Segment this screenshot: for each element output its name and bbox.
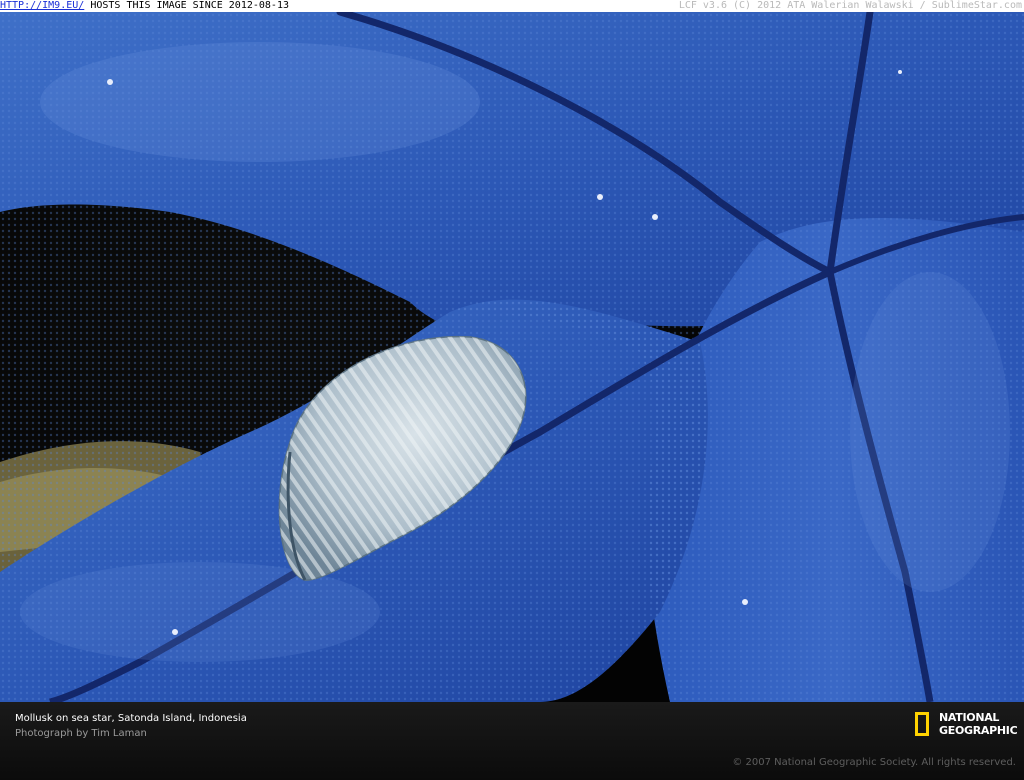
caption-credit: Photograph by Tim Laman	[15, 728, 147, 739]
yellow-border-icon	[915, 712, 929, 736]
logo-line1: NATIONAL	[939, 711, 1000, 724]
logo-line2: GEOGRAPHIC	[939, 724, 1018, 737]
caption-copyright: © 2007 National Geographic Society. All …	[732, 757, 1016, 768]
host-banner-left: HTTP://IM9.EU/ HOSTS THIS IMAGE SINCE 20…	[0, 0, 289, 12]
sea-star-photo	[0, 12, 1024, 702]
host-credit: LCF v3.6 (C) 2012 ATA Walerian Walawski …	[678, 0, 1022, 11]
host-link[interactable]: HTTP://IM9.EU/	[0, 0, 84, 11]
host-text: HOSTS THIS IMAGE SINCE 2012-08-13	[84, 0, 289, 11]
national-geographic-logo: NATIONAL GEOGRAPHIC	[915, 712, 1024, 742]
caption-title: Mollusk on sea star, Satonda Island, Ind…	[15, 713, 247, 724]
photo-caption-bar: Mollusk on sea star, Satonda Island, Ind…	[0, 702, 1024, 780]
sea-star-illustration	[0, 12, 1024, 702]
host-banner: HTTP://IM9.EU/ HOSTS THIS IMAGE SINCE 20…	[0, 0, 1024, 12]
